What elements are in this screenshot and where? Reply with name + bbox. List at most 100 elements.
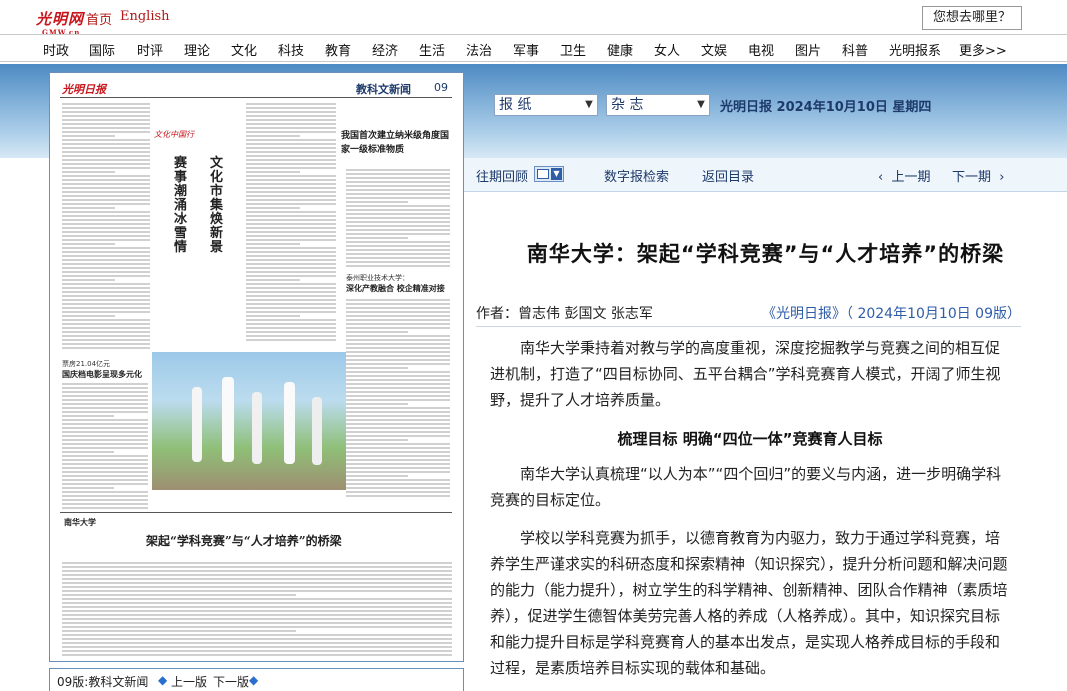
text-line [62,606,452,608]
nav-item-10[interactable]: 军事 [513,40,539,59]
text-line [346,221,450,223]
text-line [346,371,450,373]
text-line [246,191,336,193]
text-line [246,139,336,141]
text-line [246,271,336,273]
text-line [62,415,114,417]
nav-item-12[interactable]: 健康 [607,40,633,59]
nav-item-14[interactable]: 文娱 [701,40,727,59]
nav-item-9[interactable]: 法治 [466,40,492,59]
nav-item-5[interactable]: 科技 [278,40,304,59]
text-line [246,239,336,241]
next-issue-link[interactable]: 下一期 › [952,166,1004,185]
text-line [62,171,115,173]
text-line [62,191,150,193]
text-line [62,231,150,233]
back-to-toc-link[interactable]: 返回目录 [702,166,754,185]
digital-search-link[interactable]: 数字报检索 [604,166,669,185]
site-logo[interactable]: 光明网 GMW.cn [36,8,84,36]
text-line [62,331,150,333]
magazine-select[interactable]: 杂 志 ▼ [606,94,710,116]
text-line [246,231,336,233]
prev-page-link[interactable]: 上一版 [171,673,207,690]
nav-item-8[interactable]: 生活 [419,40,445,59]
text-line [246,159,336,161]
nav-item-13[interactable]: 女人 [654,40,680,59]
text-line [346,233,450,235]
text-line [346,307,450,309]
english-link[interactable]: English [120,9,170,24]
text-line [62,602,452,604]
nav-item-19[interactable]: 更多>> [959,40,1007,59]
text-line [62,455,148,457]
text-line [246,319,336,321]
text-line [246,303,336,305]
text-line [246,151,336,153]
text-line [346,229,450,231]
text-line [62,582,452,584]
text-line [246,339,336,341]
text-line [346,467,450,469]
text-line [246,163,336,165]
text-line [62,590,452,592]
text-line [246,299,336,301]
nav-item-15[interactable]: 电视 [748,40,774,59]
article-paragraph: 南华大学秉持着对教与学的高度重视，深度挖掘教学与竞赛之间的相互促进机制，打造了“… [490,339,1001,409]
text-line [346,261,450,263]
nav-item-11[interactable]: 卫生 [560,40,586,59]
text-line [62,395,148,397]
article-source[interactable]: 《光明日报》（ 2024年10月10日 09版） [762,303,1021,323]
text-line [62,295,150,297]
text-line [62,443,148,445]
headline-ice-snow: 赛事潮涌冰雪情 [174,156,188,255]
text-line [62,215,150,217]
news-photo[interactable] [152,352,346,490]
article-paragraph: 学校以学科竞赛为抓手，以德育教育为内驱力，致力于通过学科竞赛，培养学生严谨求实的… [490,529,1008,677]
nav-item-6[interactable]: 教育 [325,40,351,59]
text-line [62,207,115,209]
text-line [246,275,336,277]
text-line [246,143,336,145]
nav-item-0[interactable]: 时政 [43,40,69,59]
text-line [62,163,150,165]
past-issues-link[interactable]: 往期回顾 [476,166,528,185]
text-line [246,215,336,217]
text-line [346,217,450,219]
text-line [62,167,150,169]
text-line [62,654,452,656]
text-line [62,347,150,349]
newspaper-page-image[interactable]: 光明日报 教科文新闻 09 文化中国行 文化市集焕新景 赛事潮涌冰雪情 我国首次… [56,77,457,659]
text-line [346,299,450,301]
column-tag: 文化中国行 [154,130,194,139]
nav-item-4[interactable]: 文化 [231,40,257,59]
nav-item-18[interactable]: 光明报系 [889,40,941,59]
nav-item-1[interactable]: 国际 [89,40,115,59]
prev-issue-link[interactable]: ‹ 上一期 [878,166,930,185]
text-line [62,327,150,329]
calendar-picker[interactable]: ▼ [534,166,564,182]
text-line [62,435,148,437]
text-line [246,175,336,177]
next-page-link[interactable]: 下一版 [213,673,249,690]
text-line [62,562,452,564]
nav-item-16[interactable]: 图片 [795,40,821,59]
bottom-article-headline[interactable]: 架起“学科竞赛”与“人才培养”的桥梁 [146,532,342,549]
nav-item-3[interactable]: 理论 [184,40,210,59]
text-line [62,586,452,588]
site-search-button[interactable]: 您想去哪里？ [922,6,1022,30]
text-line [246,219,336,221]
nav-item-17[interactable]: 科普 [842,40,868,59]
nav-item-2[interactable]: 时评 [137,40,163,59]
article-subheading: 梳理目标 明确“四位一体”竞赛育人目标 [617,430,883,448]
text-line [62,419,148,421]
nav-item-7[interactable]: 经济 [372,40,398,59]
paper-select[interactable]: 报 纸 ▼ [494,94,598,116]
text-line [62,103,150,105]
text-line [246,195,336,197]
chevron-down-icon: ▼ [551,168,562,180]
text-line [62,399,148,401]
text-line [62,271,150,273]
text-line [246,315,300,317]
text-line [246,327,336,329]
home-link[interactable]: 首页 [86,9,112,28]
